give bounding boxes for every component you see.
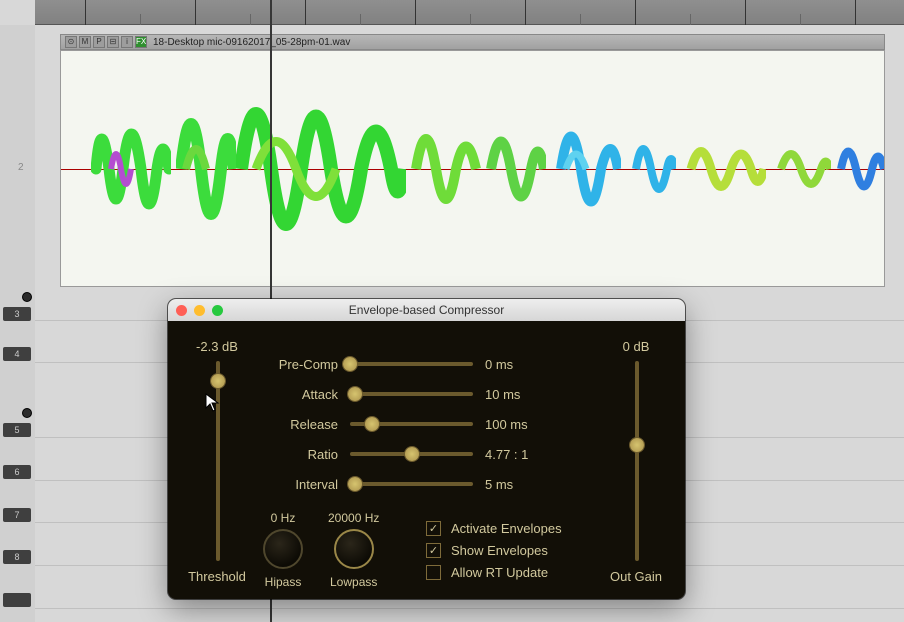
slider-thumb[interactable] [365, 417, 379, 431]
slider-track[interactable] [350, 392, 473, 396]
waveform-blob [686, 109, 766, 229]
slider-value: 0 ms [485, 357, 555, 372]
hipass-caption: Hipass [263, 575, 303, 589]
item-btn-phase[interactable]: P [93, 36, 105, 48]
slider-thumb[interactable] [343, 357, 357, 371]
hipass-knob[interactable] [263, 529, 303, 569]
check-activate-envelopes[interactable]: ✓ Activate Envelopes [426, 521, 562, 536]
waveform-blob [836, 114, 885, 224]
lowpass-knob-group: 20000 Hz Lowpass [328, 511, 379, 589]
window-title: Envelope-based Compressor [168, 303, 685, 317]
track-number-slot[interactable]: 5 [3, 423, 31, 437]
slider-track[interactable] [350, 422, 473, 426]
window-titlebar[interactable]: Envelope-based Compressor [168, 299, 685, 321]
slider-label: Pre-Comp [268, 357, 338, 372]
threshold-value: -2.3 dB [182, 339, 252, 354]
audio-item-header[interactable]: ⊙ M P ⊟ i FX 18-Desktop mic-09162017_05-… [60, 34, 885, 50]
hipass-knob-group: 0 Hz Hipass [263, 511, 303, 589]
slider-label: Interval [268, 477, 338, 492]
track-number: 2 [18, 162, 24, 173]
lowpass-caption: Lowpass [328, 575, 379, 589]
waveform-blob [631, 109, 676, 229]
slider-release: Release 100 ms [268, 413, 555, 435]
item-btn-mute[interactable]: M [79, 36, 91, 48]
slider-track[interactable] [350, 482, 473, 486]
checkbox-label: Activate Envelopes [451, 521, 562, 536]
waveform-blob [556, 89, 621, 249]
slider-ratio: Ratio 4.77 : 1 [268, 443, 555, 465]
slider-precomp: Pre-Comp 0 ms [268, 353, 555, 375]
timeline-ruler[interactable] [35, 0, 904, 25]
waveform-blob [486, 94, 546, 244]
lowpass-knob[interactable] [334, 529, 374, 569]
threshold-track[interactable] [216, 361, 220, 561]
slider-interval: Interval 5 ms [268, 473, 555, 495]
checkbox-icon[interactable] [426, 565, 441, 580]
checkbox-icon[interactable]: ✓ [426, 521, 441, 536]
item-btn-info[interactable]: i [121, 36, 133, 48]
outgain-track[interactable] [635, 361, 639, 561]
slider-value: 5 ms [485, 477, 555, 492]
slider-thumb[interactable] [348, 477, 362, 491]
slider-thumb[interactable] [405, 447, 419, 461]
slider-thumb[interactable] [348, 387, 362, 401]
item-btn-fx[interactable]: FX [135, 36, 147, 48]
window-minimize-button[interactable] [194, 305, 205, 316]
slider-value: 100 ms [485, 417, 555, 432]
outgain-value: 0 dB [601, 339, 671, 354]
track-number-slot[interactable] [3, 593, 31, 607]
slider-value: 4.77 : 1 [485, 447, 555, 462]
lowpass-value: 20000 Hz [328, 511, 379, 525]
track-mute-knob[interactable] [22, 408, 32, 418]
waveform-blob [176, 69, 236, 269]
waveform-blob [776, 119, 831, 219]
audio-waveform[interactable] [60, 50, 885, 287]
check-show-envelopes[interactable]: ✓ Show Envelopes [426, 543, 548, 558]
waveform-blob [91, 79, 171, 259]
track-controls-panel: 2 3 4 5 6 7 8 [0, 25, 35, 622]
track-number-slot[interactable]: 4 [3, 347, 31, 361]
outgain-caption: Out Gain [601, 569, 671, 584]
slider-label: Release [268, 417, 338, 432]
threshold-caption: Threshold [182, 569, 252, 584]
plugin-window: Envelope-based Compressor -2.3 dB Thresh… [168, 299, 685, 599]
window-zoom-button[interactable] [212, 305, 223, 316]
slider-label: Ratio [268, 447, 338, 462]
hipass-value: 0 Hz [263, 511, 303, 525]
slider-attack: Attack 10 ms [268, 383, 555, 405]
outgain-thumb[interactable] [630, 438, 644, 452]
waveform-blob [236, 54, 406, 284]
slider-track[interactable] [350, 452, 473, 456]
slider-label: Attack [268, 387, 338, 402]
track-number-slot[interactable]: 7 [3, 508, 31, 522]
checkbox-label: Allow RT Update [451, 565, 548, 580]
threshold-thumb[interactable] [211, 374, 225, 388]
window-close-button[interactable] [176, 305, 187, 316]
slider-track[interactable] [350, 362, 473, 366]
item-btn-lock[interactable]: ⊟ [107, 36, 119, 48]
item-btn-generic[interactable]: ⊙ [65, 36, 77, 48]
waveform-blob [411, 89, 481, 249]
track-number-slot[interactable]: 8 [3, 550, 31, 564]
item-filename: 18-Desktop mic-09162017_05-28pm-01.wav [153, 37, 350, 48]
checkbox-label: Show Envelopes [451, 543, 548, 558]
checkbox-icon[interactable]: ✓ [426, 543, 441, 558]
track-mute-knob[interactable] [22, 292, 32, 302]
track-number-slot[interactable]: 6 [3, 465, 31, 479]
track-number-slot[interactable]: 3 [3, 307, 31, 321]
slider-value: 10 ms [485, 387, 555, 402]
check-allow-rt-update[interactable]: Allow RT Update [426, 565, 548, 580]
